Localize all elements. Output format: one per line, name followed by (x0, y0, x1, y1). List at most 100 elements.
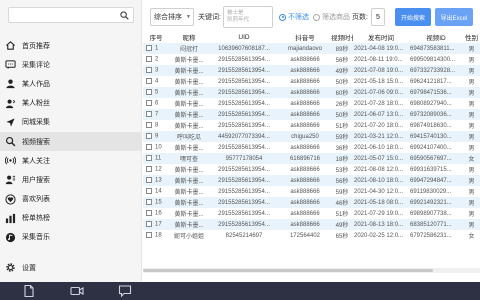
uid-cell: 29155285613954... (218, 78, 270, 85)
row-checkbox[interactable] (146, 144, 152, 151)
douyin-id-cell: ask888666 (290, 144, 320, 151)
table-row[interactable]: 10 黄斯卡墨... 29155285613954... ask888666 36秒 20… (143, 142, 480, 153)
video-id-cell: 69590567697... (410, 155, 452, 162)
duration-cell: 50秒 (335, 113, 349, 119)
sidebar-item-user-works[interactable]: 某人作品 (0, 74, 142, 93)
sidebar-item-video-search[interactable]: 视频搜索 (0, 131, 142, 152)
sidebar-item-fans[interactable]: 某人粉丝 (0, 94, 142, 113)
gender-cell: 男 (468, 212, 475, 218)
video-icon[interactable] (70, 284, 84, 298)
douyin-id-cell: ask888666 (290, 177, 320, 184)
location-icon (4, 116, 16, 128)
uid-cell: 29155285613954... (218, 166, 270, 173)
sidebar-item-settings[interactable]: 设置 (0, 258, 142, 277)
row-checkbox[interactable] (146, 221, 152, 228)
export-excel-button[interactable]: 导出Excel (435, 8, 473, 26)
uid-cell: 29155285613954... (218, 56, 270, 63)
nickname-cell: 黄斯卡墨... (174, 58, 204, 64)
row-checkbox[interactable] (146, 78, 152, 85)
row-checkbox[interactable] (146, 199, 152, 206)
row-checkbox[interactable] (146, 111, 152, 118)
duration-cell: 65秒 (335, 234, 349, 240)
row-checkbox[interactable] (146, 188, 152, 195)
sort-select[interactable]: 综合排序 ▼ (150, 8, 194, 26)
column-header[interactable]: UID (209, 31, 279, 43)
table-row[interactable]: 5 黄斯卡墨... 29155285613954... ask888666 60秒 202… (143, 87, 480, 98)
table-row[interactable]: 7 黄斯卡墨... 29155285613954... ask888666 50秒 202… (143, 109, 480, 120)
row-checkbox[interactable] (146, 133, 152, 140)
video-id-cell: 67972586231... (410, 232, 452, 239)
sidebar-item-comments[interactable]: 采集评论 (0, 55, 142, 74)
radio-no-filter[interactable]: 不筛选 (279, 8, 309, 26)
scrollbar-thumb[interactable] (143, 269, 433, 272)
table-row[interactable]: 9 呼叫吃瓜 44592077073394... chigua250 59秒 2021-0… (143, 131, 480, 142)
table-row[interactable]: 1 闷冠打 10639607608187... majiandaovo 89秒 2021-… (143, 43, 480, 54)
sidebar-item-likes[interactable]: 喜欢列表 (0, 190, 142, 209)
sidebar-item-label: 首页推荐 (22, 42, 50, 50)
video-id-cell: 69931639715... (410, 166, 452, 173)
table-row[interactable]: 18 妮可小姐姐 82545214697 172564402 65秒 2020-02-25… (143, 230, 480, 241)
publish-time-cell: 2021-08-13 18:0... (354, 221, 404, 228)
sidebar-item-rankings[interactable]: 榜单热榜 (0, 209, 142, 228)
duration-cell: 50秒 (335, 80, 349, 86)
sidebar-item-label: 用户搜索 (22, 176, 50, 184)
table-row[interactable]: 15 黄斯卡墨... 29155285613954... ask888666 46秒 20… (143, 197, 480, 208)
gender-cell: 男 (468, 124, 475, 130)
sidebar-item-label: 同城采集 (22, 119, 50, 127)
search-icon[interactable] (120, 11, 129, 20)
table-row[interactable]: 17 黄斯卡墨... 29155285613954... ask888666 49秒 20… (143, 219, 480, 230)
row-index: 9 (155, 133, 159, 140)
column-header[interactable]: 序号 (143, 31, 169, 43)
row-checkbox[interactable] (146, 100, 152, 107)
table-row[interactable]: 2 黄斯卡墨... 29155285613954... ask888666 56秒 202… (143, 54, 480, 65)
row-checkbox[interactable] (146, 56, 152, 63)
column-header[interactable]: 昵称 (169, 31, 209, 43)
column-header[interactable]: 视频时长 (331, 31, 353, 43)
publish-time-cell: 2021-08-11 19:0... (354, 56, 403, 63)
table-row[interactable]: 3 黄斯卡墨... 29155285613954... ask888666 49秒 202… (143, 65, 480, 76)
radio-button[interactable] (313, 13, 320, 21)
row-checkbox[interactable] (146, 122, 152, 129)
row-checkbox[interactable] (146, 67, 152, 74)
pages-label: 页数: (352, 14, 368, 21)
table-row[interactable]: 12 黄斯卡墨... 29155285613954... ask888666 53秒 20… (143, 164, 480, 175)
horizontal-scrollbar[interactable] (143, 268, 480, 273)
column-header[interactable]: 视频ID (409, 31, 463, 43)
column-header[interactable]: 性别 (463, 31, 480, 43)
sidebar-search-input[interactable] (8, 7, 134, 23)
row-checkbox[interactable] (146, 166, 152, 173)
publish-time-cell: 2021-05-07 15:0... (354, 155, 404, 162)
column-header[interactable]: 抖音号 (279, 31, 331, 43)
start-search-button[interactable]: 开始搜索 (395, 8, 431, 26)
table-row[interactable]: 4 黄斯卡墨... 29155285613954... ask888666 50秒 202… (143, 76, 480, 87)
duration-cell: 36秒 (335, 146, 349, 152)
nickname-cell: 黄斯卡墨... (174, 113, 204, 119)
row-checkbox[interactable] (146, 89, 152, 96)
table-row[interactable]: 14 黄斯卡墨... 29155285613954... ask888666 59秒 20… (143, 186, 480, 197)
sidebar-item-music[interactable]: 采集音乐 (0, 228, 142, 247)
sidebar-item-following[interactable]: 某人关注 (0, 151, 142, 170)
column-header[interactable]: 发布时间 (353, 31, 409, 43)
keyword-input[interactable]: 被士是 凯莉年代 (223, 6, 273, 28)
video-id-cell: 69898907738... (410, 210, 452, 217)
row-checkbox[interactable] (146, 155, 152, 162)
radio-button-checked[interactable] (279, 13, 286, 21)
table-row[interactable]: 6 黄斯卡墨... 29155285613954... ask888666 26秒 202… (143, 98, 480, 109)
file-icon[interactable] (22, 284, 36, 298)
pages-input[interactable]: 5 (371, 8, 385, 26)
nickname-cell: 黄斯卡墨... (174, 179, 204, 185)
table-row[interactable]: 13 黄斯卡墨... 29155285613954... ask888666 56秒 20… (143, 175, 480, 186)
sidebar-item-home[interactable]: 首页推荐 (0, 36, 142, 55)
table-row[interactable]: 16 黄斯卡墨... 29155285613954... ask888666 51秒 20… (143, 208, 480, 219)
sidebar-item-local[interactable]: 同城采集 (0, 113, 142, 132)
table-row[interactable]: 11 嘿可查 95777178054 616896716 18秒 2021-05-07 1… (143, 153, 480, 164)
row-checkbox[interactable] (146, 45, 152, 52)
sidebar-item-user-search[interactable]: 用户搜索 (0, 170, 142, 189)
publish-time-cell: 2021-04-30 12:0... (354, 188, 404, 195)
row-checkbox[interactable] (146, 232, 152, 239)
row-checkbox[interactable] (146, 210, 152, 217)
row-checkbox[interactable] (146, 177, 152, 184)
chat-icon[interactable] (118, 284, 132, 298)
radio-filter-products[interactable]: 筛选商品 (313, 8, 350, 26)
table-row[interactable]: 8 黄斯卡墨... 29155285613954... ask888666 51秒 202… (143, 120, 480, 131)
